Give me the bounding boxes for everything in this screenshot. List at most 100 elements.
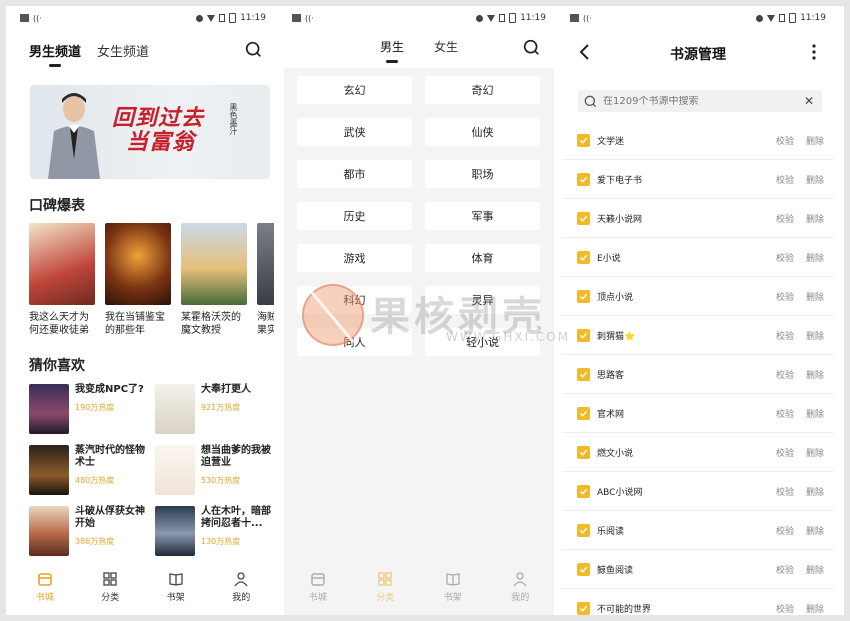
category-item[interactable]: 玄幻 (297, 76, 412, 104)
like-book[interactable]: 斗破从俘获女神开始 386万热度 (29, 506, 153, 556)
category-item[interactable]: 灵异 (425, 286, 540, 314)
delete-button[interactable]: 删除 (806, 485, 824, 498)
like-book-grid: 我变成NPC了? 190万热度 大奉打更人 921万热度 蒸汽时代的怪物术士 480万… (12, 384, 274, 556)
source-checkbox[interactable] (577, 406, 590, 420)
tab-mine[interactable]: 我的 (216, 571, 266, 603)
tab-male[interactable]: 男生 (380, 38, 404, 63)
category-item[interactable]: 历史 (297, 202, 412, 230)
tab-mine[interactable]: 我的 (495, 571, 545, 603)
source-checkbox[interactable] (577, 172, 590, 186)
delete-button[interactable]: 删除 (806, 563, 824, 576)
book-icon (446, 573, 460, 586)
delete-button[interactable]: 删除 (806, 212, 824, 225)
category-item[interactable]: 体育 (425, 244, 540, 272)
category-item[interactable]: 奇幻 (425, 76, 540, 104)
verify-button[interactable]: 校验 (776, 173, 794, 186)
verify-button[interactable]: 校验 (776, 134, 794, 147)
notification-icon (570, 14, 579, 22)
delete-button[interactable]: 删除 (806, 446, 824, 459)
promo-banner[interactable]: 回到过去 当富翁 黑色墨汁 (30, 85, 270, 179)
delete-button[interactable]: 删除 (806, 134, 824, 147)
source-checkbox[interactable] (577, 133, 590, 147)
more-menu-icon[interactable] (812, 44, 816, 60)
verify-button[interactable]: 校验 (776, 368, 794, 381)
signal-icon: ((· (583, 13, 592, 23)
tab-bookshelf[interactable]: 书架 (151, 571, 201, 603)
source-checkbox[interactable] (577, 523, 590, 537)
search-icon[interactable] (245, 41, 262, 58)
like-book[interactable]: 人在木叶，暗部拷问忍者十... 130万热度 (155, 506, 274, 556)
source-checkbox[interactable] (577, 289, 590, 303)
verify-button[interactable]: 校验 (776, 485, 794, 498)
delete-button[interactable]: 删除 (806, 173, 824, 186)
source-checkbox[interactable] (577, 250, 590, 264)
like-book[interactable]: 大奉打更人 921万热度 (155, 384, 274, 434)
delete-button[interactable]: 删除 (806, 524, 824, 537)
banner-character-image (48, 93, 100, 179)
like-book[interactable]: 蒸汽时代的怪物术士 480万热度 (29, 445, 153, 495)
wifi-icon (207, 14, 216, 22)
category-item[interactable]: 科幻 (297, 286, 412, 314)
source-checkbox[interactable] (577, 328, 590, 342)
delete-button[interactable]: 删除 (806, 602, 824, 615)
verify-button[interactable]: 校验 (776, 602, 794, 615)
source-checkbox[interactable] (577, 445, 590, 459)
verify-button[interactable]: 校验 (776, 446, 794, 459)
source-checkbox[interactable] (577, 484, 590, 498)
tab-bookstore[interactable]: 书城 (20, 571, 70, 603)
source-name: 鲸鱼阅读 (597, 565, 634, 576)
rec-book[interactable]: 我在当铺鉴宝的那些年 (105, 223, 171, 337)
tab-male-channel[interactable]: 男生频道 (29, 41, 81, 67)
category-item[interactable]: 轻小说 (425, 328, 540, 356)
book-title: 我在当铺鉴宝的那些年 (105, 312, 165, 336)
category-item[interactable]: 武侠 (297, 118, 412, 146)
verify-button[interactable]: 校验 (776, 563, 794, 576)
book-title: 海贼果实 (257, 312, 274, 336)
delete-button[interactable]: 删除 (806, 290, 824, 303)
category-item[interactable]: 仙侠 (425, 118, 540, 146)
tab-bookshelf[interactable]: 书架 (428, 571, 478, 603)
source-checkbox[interactable] (577, 601, 590, 615)
category-item[interactable]: 游戏 (297, 244, 412, 272)
delete-button[interactable]: 删除 (806, 368, 824, 381)
source-search-input[interactable] (603, 95, 783, 107)
category-item[interactable]: 同人 (297, 328, 412, 356)
category-item[interactable]: 军事 (425, 202, 540, 230)
source-checkbox[interactable] (577, 367, 590, 381)
verify-button[interactable]: 校验 (776, 251, 794, 264)
search-icon[interactable] (523, 39, 540, 56)
source-name: 乐阅读 (597, 526, 625, 537)
tab-female[interactable]: 女生 (434, 38, 458, 55)
tab-category[interactable]: 分类 (85, 571, 135, 603)
delete-button[interactable]: 删除 (806, 251, 824, 264)
verify-button[interactable]: 校验 (776, 290, 794, 303)
verify-button[interactable]: 校验 (776, 524, 794, 537)
rec-book[interactable]: 我这么天才为何还要收徒弟 (29, 223, 95, 337)
verify-button[interactable]: 校验 (776, 407, 794, 420)
delete-button[interactable]: 删除 (806, 329, 824, 342)
check-icon (579, 215, 588, 222)
source-checkbox[interactable] (577, 211, 590, 225)
tab-bookstore[interactable]: 书城 (293, 571, 343, 603)
rec-book[interactable]: 某霍格沃茨的魔文教授 (181, 223, 247, 337)
like-book[interactable]: 想当曲爹的我被迫营业 530万热度 (155, 445, 274, 495)
clear-icon[interactable]: ✕ (804, 94, 814, 108)
rec-book[interactable]: 海贼果实 (257, 223, 274, 337)
category-item[interactable]: 都市 (297, 160, 412, 188)
location-icon (756, 14, 764, 22)
source-checkbox[interactable] (577, 562, 590, 576)
status-time: 11:19 (240, 13, 266, 23)
delete-button[interactable]: 删除 (806, 407, 824, 420)
like-book[interactable]: 我变成NPC了? 190万热度 (29, 384, 153, 434)
grid-icon (103, 572, 117, 586)
tab-female-channel[interactable]: 女生频道 (97, 41, 149, 60)
check-icon (579, 410, 588, 417)
category-item[interactable]: 职场 (425, 160, 540, 188)
verify-button[interactable]: 校验 (776, 329, 794, 342)
status-time: 11:19 (800, 13, 826, 23)
battery-icon (509, 13, 517, 23)
tab-category[interactable]: 分类 (360, 571, 410, 603)
verify-button[interactable]: 校验 (776, 212, 794, 225)
source-name: ABC小说网 (597, 487, 643, 498)
book-hot: 190万热度 (75, 403, 115, 412)
